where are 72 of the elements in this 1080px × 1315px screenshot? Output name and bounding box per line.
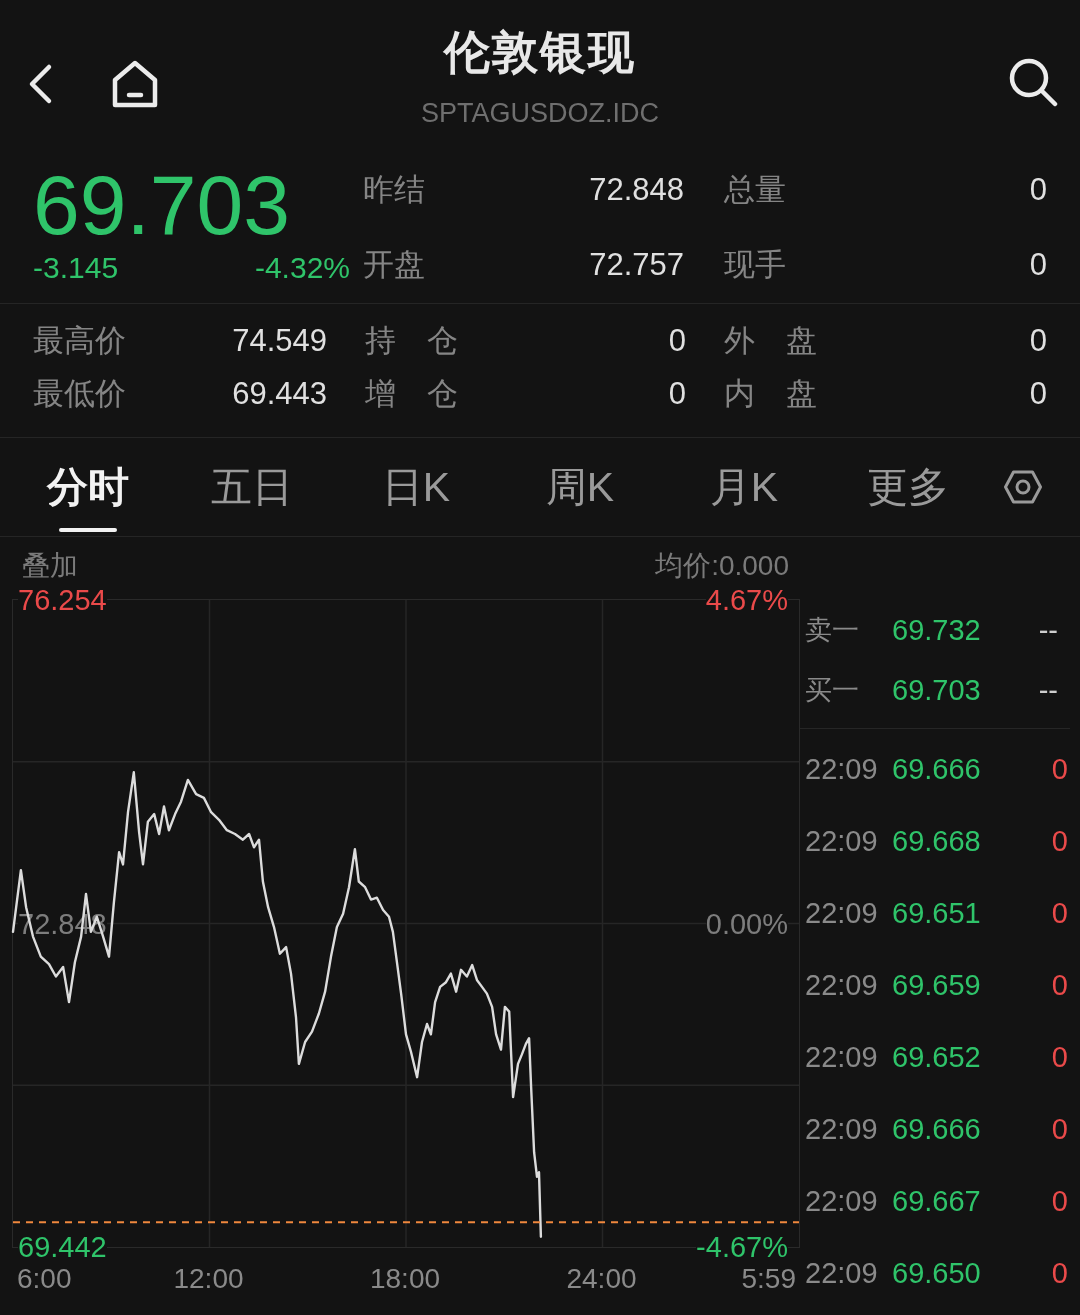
- search-icon[interactable]: [1008, 57, 1058, 107]
- trade-price: 69.667: [892, 1185, 981, 1217]
- period-tab[interactable]: 分时: [47, 438, 129, 536]
- period-tab[interactable]: 更多: [867, 438, 949, 536]
- stat-value: 0: [1029, 375, 1047, 412]
- time-axis-label: 12:00: [173, 1264, 244, 1294]
- last-price: 69.703: [33, 163, 290, 247]
- page-title: 伦敦银现: [444, 26, 636, 78]
- stat-label: 增 仓: [365, 375, 458, 412]
- stat-value: 0: [668, 322, 686, 359]
- stat-label: 现手: [724, 246, 786, 283]
- trade-price: 69.659: [892, 969, 981, 1001]
- stat-value: 69.443: [232, 375, 327, 412]
- period-tab[interactable]: 日K: [381, 438, 451, 536]
- hexagon-settings-icon[interactable]: [1003, 469, 1043, 505]
- trade-price: 69.668: [892, 825, 981, 857]
- stat-label: 开盘: [363, 246, 425, 283]
- trade-price: 69.666: [892, 753, 981, 785]
- overlay-toggle[interactable]: 叠加: [22, 550, 78, 582]
- trade-price: 69.652: [892, 1041, 981, 1073]
- time-axis-label: 6:00: [17, 1264, 72, 1294]
- time-axis-label: 18:00: [369, 1264, 441, 1294]
- trade-volume: 0: [1051, 1185, 1068, 1217]
- stat-label: 内 盘: [724, 375, 817, 412]
- trade-volume: 0: [1051, 1113, 1068, 1145]
- trade-time: 22:09: [805, 897, 879, 929]
- stat-value: 74.549: [232, 322, 327, 359]
- stat-label: 持 仓: [365, 322, 458, 359]
- symbol-code: SPTAGUSDOZ.IDC: [421, 97, 659, 129]
- trade-time: 22:09: [805, 1113, 879, 1145]
- trade-price: 69.651: [892, 897, 981, 929]
- stat-label: 外 盘: [724, 322, 817, 359]
- stat-value: 72.848: [589, 171, 684, 208]
- stat-value: 0: [668, 375, 686, 412]
- time-axis-label: 24:00: [566, 1264, 637, 1294]
- trade-volume: 0: [1051, 825, 1068, 857]
- period-tab[interactable]: 五日: [211, 438, 293, 536]
- stat-label: 昨结: [363, 171, 425, 208]
- stat-value: 72.757: [589, 246, 684, 283]
- order-volume: --: [1038, 674, 1058, 706]
- trade-volume: 0: [1051, 1041, 1068, 1073]
- trade-time: 22:09: [805, 1257, 879, 1289]
- period-tab[interactable]: 周K: [545, 438, 615, 536]
- trade-volume: 0: [1051, 897, 1068, 929]
- order-level-label: 买一: [805, 674, 860, 706]
- order-price: 69.703: [892, 674, 981, 706]
- trade-price: 69.666: [892, 1113, 981, 1145]
- period-tab[interactable]: 月K: [709, 438, 779, 536]
- order-price: 69.732: [892, 614, 981, 646]
- trade-volume: 0: [1051, 969, 1068, 1001]
- stat-value: 0: [1029, 171, 1047, 208]
- trade-time: 22:09: [805, 753, 879, 785]
- time-axis-label: 5:59: [741, 1264, 796, 1294]
- tab-underline: [59, 528, 117, 532]
- trade-volume: 0: [1051, 1257, 1068, 1289]
- stat-label: 最高价: [33, 322, 126, 359]
- trade-time: 22:09: [805, 1185, 879, 1217]
- home-icon[interactable]: [110, 59, 160, 109]
- stat-label: 总量: [724, 171, 786, 208]
- trade-time: 22:09: [805, 1041, 879, 1073]
- trade-time: 22:09: [805, 825, 879, 857]
- price-change: -3.145: [33, 251, 119, 285]
- order-volume: --: [1038, 614, 1058, 646]
- trade-price: 69.650: [892, 1257, 981, 1289]
- stat-value: 0: [1029, 322, 1047, 359]
- trade-volume: 0: [1051, 753, 1068, 785]
- average-price-text: 均价:0.000: [655, 550, 789, 582]
- stat-value: 0: [1029, 246, 1047, 283]
- trade-time: 22:09: [805, 969, 879, 1001]
- price-change-percent: -4.32%: [254, 251, 350, 285]
- stat-label: 最低价: [33, 375, 126, 412]
- order-level-label: 卖一: [805, 614, 860, 646]
